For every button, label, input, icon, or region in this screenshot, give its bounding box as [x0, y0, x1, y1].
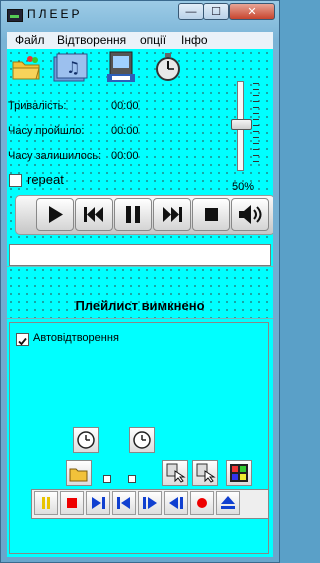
- elapsed-label: Часу пройшло:: [8, 125, 85, 137]
- minimize-button[interactable]: —: [178, 3, 204, 20]
- pause-button[interactable]: [114, 198, 152, 231]
- select-cursor-icon-1[interactable]: [162, 460, 188, 486]
- repeat-label: repeat: [27, 172, 64, 187]
- stop-button[interactable]: [192, 198, 230, 231]
- volume-button[interactable]: [231, 198, 269, 231]
- elapsed-value: 00:00: [111, 125, 139, 137]
- remaining-label: Часу залишилось:: [8, 150, 102, 162]
- window-title: ПЛЕЕР: [27, 7, 83, 21]
- client-area: ♫ Тривалість: 00:00 Часу пройшло: 00:00 …: [7, 49, 273, 557]
- clock-icon-left[interactable]: [73, 427, 99, 453]
- bottom-previous-track-button[interactable]: [112, 491, 136, 515]
- volume-slider-thumb[interactable]: [231, 119, 252, 130]
- small-toggle-1[interactable]: [103, 475, 111, 483]
- play-button[interactable]: [36, 198, 74, 231]
- title-bar[interactable]: ПЛЕЕР — ☐ ✕: [1, 1, 279, 27]
- open-file-icon[interactable]: [66, 460, 92, 486]
- menu-options[interactable]: опції: [140, 33, 166, 47]
- app-icon: [7, 9, 23, 22]
- menu-info[interactable]: Інфо: [181, 33, 208, 47]
- bottom-pause-button[interactable]: [34, 491, 58, 515]
- autoplay-label: Автовідтворення: [33, 332, 119, 344]
- duration-value: 00:00: [111, 100, 139, 112]
- bottom-stop-button[interactable]: [60, 491, 84, 515]
- menu-bar: Файл Відтворення опції Інфо: [7, 32, 273, 49]
- remaining-value: 00:00: [111, 150, 139, 162]
- music-file-icon[interactable]: ♫: [52, 51, 88, 83]
- select-cursor-icon-2[interactable]: [192, 460, 218, 486]
- transport-bar: [15, 195, 273, 235]
- color-grid-icon[interactable]: [226, 460, 252, 486]
- close-button[interactable]: ✕: [229, 3, 275, 20]
- small-toggle-2[interactable]: [128, 475, 136, 483]
- bottom-eject-button[interactable]: [216, 491, 240, 515]
- track-name-field[interactable]: [9, 244, 271, 266]
- next-button[interactable]: [153, 198, 191, 231]
- maximize-button[interactable]: ☐: [203, 3, 229, 20]
- bottom-step-forward-button[interactable]: [138, 491, 162, 515]
- bottom-step-back-button[interactable]: [164, 491, 188, 515]
- playlist-status: Плейлист вимкнено: [75, 298, 205, 313]
- repeat-checkbox[interactable]: [9, 174, 22, 187]
- svg-text:♫: ♫: [66, 58, 80, 77]
- menu-file[interactable]: Файл: [15, 33, 45, 47]
- menu-playback[interactable]: Відтворення: [57, 33, 126, 47]
- player-window: ПЛЕЕР — ☐ ✕ Файл Відтворення опції Інфо …: [0, 0, 280, 563]
- open-folder-icon[interactable]: [11, 52, 41, 82]
- playlist-icon[interactable]: [104, 50, 138, 84]
- previous-button[interactable]: [75, 198, 113, 231]
- stopwatch-icon[interactable]: [153, 52, 183, 82]
- playlist-control-bar: [31, 489, 269, 519]
- separator-top: [7, 266, 273, 267]
- volume-slider-ticks: [253, 83, 259, 167]
- separator-bottom: [7, 318, 273, 319]
- autoplay-checkbox[interactable]: [16, 333, 29, 346]
- duration-label: Тривалість:: [8, 100, 67, 112]
- clock-icon-right[interactable]: [129, 427, 155, 453]
- volume-percent: 50%: [232, 181, 255, 193]
- bottom-next-track-button[interactable]: [86, 491, 110, 515]
- bottom-record-button[interactable]: [190, 491, 214, 515]
